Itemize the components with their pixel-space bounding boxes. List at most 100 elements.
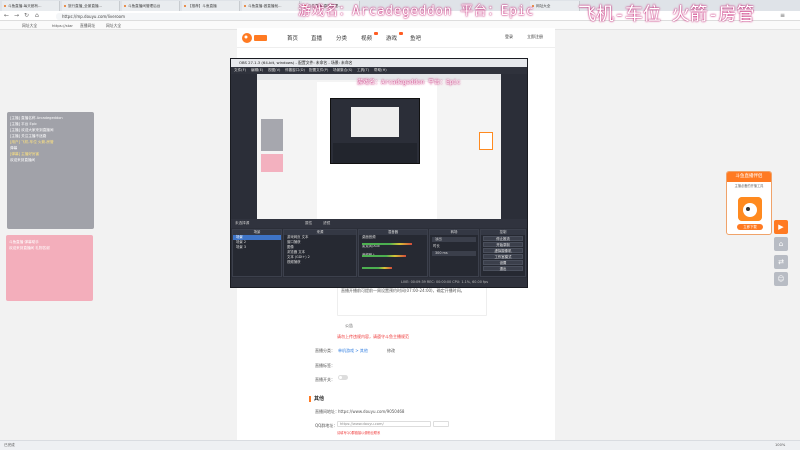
obs-menu-help[interactable]: 帮助(H) — [374, 67, 387, 74]
obs-menu-scene-collection[interactable]: 场景集合(S) — [333, 67, 352, 74]
preview-overlay-text: 游戏名：Arcadegeddon 平台：Epic — [357, 79, 461, 86]
chat-line: 欢迎来到直播间 — [10, 158, 36, 162]
scenes-dock: 场景 场景 场景 2 场景 3 — [232, 229, 282, 277]
service-icon[interactable]: ☺ — [774, 272, 788, 286]
time-hint: 直播开播前可提前一周设置预约时间(07:00-24:00)，确定开播时间。 — [341, 288, 465, 293]
browser-tab[interactable]: 【推荐】斗鱼直播 — [182, 1, 240, 11]
sources-dock: 来源 游戏网页 文本 窗口捕获 图像 浏览器 文本 文本 (GDI+) 2 视频… — [283, 229, 357, 277]
nav-live[interactable]: 直播 — [311, 34, 322, 42]
overlay-game-info: 游戏名：Arcadegeddon 平台：Epic — [298, 4, 535, 19]
room-url-label: 直播间地址： — [315, 409, 339, 414]
transition-type-select[interactable]: 淡出 — [432, 237, 476, 242]
assistant-download-button[interactable]: 立即下载 — [737, 224, 763, 230]
bookmark-item[interactable]: 直播网址 — [80, 22, 95, 29]
login-link[interactable]: 登录 — [505, 34, 513, 40]
preview-page-capture: 游戏名：Arcadegeddon 平台：Epic — [257, 74, 501, 219]
exit-button[interactable]: 退出 — [483, 266, 523, 271]
stop-streaming-button[interactable]: 停止推流 — [483, 236, 523, 241]
overlay-gift-rules: 飞机-车位 火箭-房管 — [578, 4, 755, 25]
preview-assistant-widget — [479, 132, 493, 150]
register-link[interactable]: 立即注册 — [527, 34, 543, 40]
qq-select[interactable] — [433, 421, 449, 427]
site-header: 首页 直播 分类 视频 游戏 鱼吧 登录 立即注册 — [237, 28, 555, 48]
category-edit-link[interactable]: 修改 — [387, 348, 395, 354]
nav-yuba[interactable]: 鱼吧 — [410, 34, 421, 42]
preview-nested-preview — [351, 107, 399, 137]
obs-menu-profile[interactable]: 配置文件(P) — [309, 67, 328, 74]
douyu-assistant-promo[interactable]: 斗鱼直播伴侣 主播必备的开播工具 立即下载 — [726, 171, 772, 235]
browser-tab[interactable]: 斗鱼直播-做直播就... — [242, 1, 300, 11]
back-icon[interactable]: ← — [4, 12, 9, 19]
assistant-app-icon — [738, 197, 762, 221]
audio-meter — [362, 243, 412, 245]
settings-button[interactable]: 设置 — [483, 260, 523, 265]
chat-widget: [主播] 直播名称 Arcadegeddon [主播] 平台 Epic [主播]… — [7, 112, 94, 229]
category-value[interactable]: 单机游戏 > 其他 — [338, 348, 368, 354]
preview-nested-docks — [333, 143, 417, 163]
preview-obs-capture — [330, 98, 420, 164]
browser-tab[interactable]: 斗鱼直播间管理后台 — [122, 1, 180, 11]
section-marker — [309, 396, 311, 402]
browser-tab[interactable]: 旅行直播_全景直播... — [62, 1, 120, 11]
obs-preview[interactable]: 游戏名：Arcadegeddon 平台：Epic — [257, 74, 501, 219]
forward-icon[interactable]: → — [14, 12, 19, 19]
mixer-track-label: 桌面音频 — [362, 235, 376, 239]
refresh-icon[interactable]: ↻ — [24, 12, 29, 19]
zoom-level[interactable]: 100% — [775, 443, 785, 447]
browser-tab[interactable]: 斗鱼直播-每天都有... — [2, 1, 60, 11]
auto-switch-toggle[interactable] — [338, 375, 348, 380]
share-icon[interactable]: ⇄ — [774, 255, 788, 269]
audio-meter — [362, 255, 406, 257]
obs-menu-docks[interactable]: 停靠窗口(D) — [285, 67, 305, 74]
nav-video[interactable]: 视频 — [361, 34, 372, 42]
auto-switch-label: 直播开关： — [315, 377, 335, 382]
section-title: 其他 — [314, 396, 325, 402]
bookmark-item[interactable]: 网址大全 — [22, 22, 37, 29]
home-icon[interactable]: ⌂ — [35, 12, 39, 19]
room-url-value: https://www.douyu.com/9050468 — [338, 409, 405, 414]
studio-mode-button[interactable]: 工作室模式 — [483, 254, 523, 259]
preview-chat-widget — [261, 154, 283, 172]
qq-input[interactable]: https://www.douyu.com/ — [337, 421, 431, 427]
start-recording-button[interactable]: 开始录制 — [483, 242, 523, 247]
nav-category[interactable]: 分类 — [336, 34, 347, 42]
obs-window[interactable]: OBS 27.1.3 (64-bit, windows) - 配置文件: 未命名… — [230, 58, 528, 288]
play-icon[interactable]: ▶ — [774, 220, 788, 234]
notice-title: 公告 — [345, 323, 353, 328]
obs-status-bar: LIVE: 00:09:39 REC: 00:00:00 CPU: 1.1%, … — [231, 278, 527, 287]
notice-warning: 请勿上传违规内容，请遵守斗鱼主播规范 — [337, 334, 409, 339]
assistant-title: 斗鱼直播伴侣 — [727, 172, 771, 182]
obs-title-bar: OBS 27.1.3 (64-bit, windows) - 配置文件: 未命名… — [231, 59, 527, 67]
obs-menu-bar: 文件(F) 编辑(E) 视图(V) 停靠窗口(D) 配置文件(P) 场景集合(S… — [231, 67, 527, 74]
obs-menu-file[interactable]: 文件(F) — [234, 67, 246, 74]
obs-menu-tools[interactable]: 工具(T) — [357, 67, 369, 74]
source-item[interactable]: 视频捕获 — [284, 260, 356, 265]
bookmark-item[interactable]: 网址大全 — [106, 22, 121, 29]
menu-icon[interactable]: ≡ — [780, 12, 785, 19]
douyu-logo[interactable] — [241, 32, 269, 44]
nav-home[interactable]: 首页 — [287, 34, 298, 42]
preview-chat-widget — [261, 119, 283, 151]
no-source-label: 未选择源 — [235, 221, 250, 225]
transition-duration-input[interactable]: 300 ms — [432, 251, 476, 256]
url-input[interactable]: https://mp.douyu.com/liveroom — [56, 13, 306, 20]
gift-widget: 斗鱼直播 弹幕助手 欢迎来到直播间 礼物答谢 — [6, 235, 93, 301]
obs-menu-edit[interactable]: 编辑(E) — [251, 67, 263, 74]
nav-game[interactable]: 游戏 — [386, 34, 397, 42]
bookmark-item[interactable]: https://star — [52, 22, 73, 29]
audio-mixer-dock: 混音器 桌面音频 麦克风/Aux 音频输入 — [358, 229, 428, 277]
obs-menu-view[interactable]: 视图(V) — [268, 67, 280, 74]
properties-button[interactable]: 属性 — [305, 219, 312, 228]
scene-item[interactable]: 场景 3 — [233, 245, 281, 250]
category-label: 直播分类： — [315, 348, 335, 353]
filters-button[interactable]: 滤镜 — [323, 219, 330, 228]
virtual-camera-button[interactable]: 虚拟摄像机 — [483, 248, 523, 253]
transitions-dock: 转场 淡出 时长 300 ms — [429, 229, 479, 277]
qq-label: QQ群地址： — [315, 423, 338, 428]
browser-tab[interactable]: 网址大全 — [530, 1, 580, 11]
transition-duration-label: 时长 — [433, 244, 440, 248]
status-text: 已完成 — [4, 443, 15, 447]
home-icon[interactable]: ⌂ — [774, 237, 788, 251]
controls-dock-title: 控制 — [481, 230, 525, 235]
audio-meter — [362, 267, 392, 269]
